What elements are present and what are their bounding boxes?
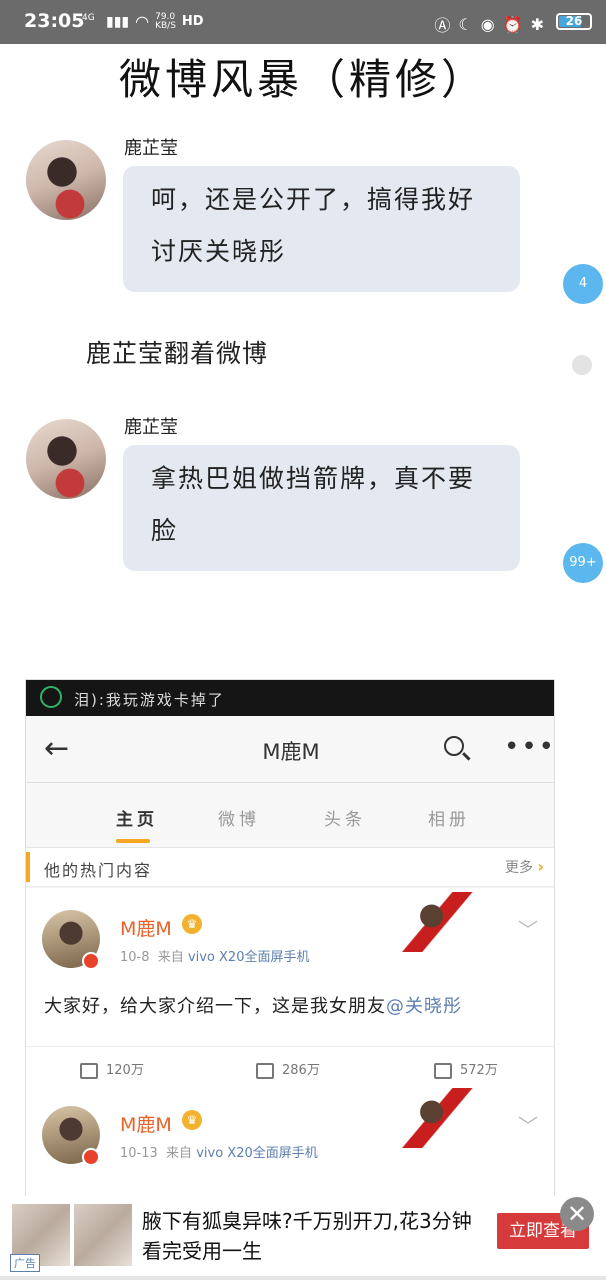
close-icon[interactable]: ✕ [560,1197,594,1231]
tab-weibo[interactable]: 微博 [218,805,260,830]
ad-text[interactable]: 腋下有狐臭异味?千万别开刀,花3分钟看完受用一生 [142,1206,472,1266]
wifi-icon: ◠ [135,12,150,31]
repost-button[interactable]: 120万 [80,1059,144,1079]
repost-icon [80,1062,98,1079]
ad-image[interactable] [74,1204,132,1266]
weibo-post[interactable]: M鹿M ♛ 10-13 来自 vivo X20全面屏手机 ﹀ [26,1084,554,1198]
comment-dot[interactable] [572,355,592,375]
like-count: 572万 [460,1063,498,1078]
battery-icon: 26 [556,13,592,30]
moon-icon: ☾ [458,14,473,34]
speed-readout: 79.0 KB/S [155,12,176,31]
verified-badge-icon [82,952,100,970]
status-right-icons: Ⓐ ☾ ◉ ⏰ ✱ [434,12,544,36]
section-accent [26,852,30,882]
status-left-icons: ▮▮▮ ◠ 79.0 KB/S HD [106,12,204,31]
post-body: 大家好，给大家介绍一下，这是我女朋友 [44,996,386,1017]
hot-content-bar[interactable]: 他的热门内容 更多 › [26,848,554,887]
message-text: 呵，还是公开了，搞得我好讨厌关晓彤 [151,185,476,266]
message-text: 拿热巴姐做挡箭牌，真不要脸 [151,464,476,545]
more-icon[interactable]: ••• [504,732,554,762]
vip-crown-icon: ♛ [182,914,202,934]
tab-headlines[interactable]: 头条 [324,805,366,830]
narration-text: 鹿芷莹翻着微博 [86,339,269,368]
verified-badge-icon [82,1148,100,1166]
post-date: 10-8 [120,950,150,965]
profile-tabs: 主页 微博 头条 相册 [26,783,554,848]
nfc-icon: Ⓐ [434,16,451,35]
weibo-post[interactable]: M鹿M ♛ 10-8 来自 vivo X20全面屏手机 ﹀ 大家好，给大家介绍一… [26,888,554,1087]
post-source[interactable]: vivo X20全面屏手机 [196,1146,318,1161]
post-date: 10-13 [120,1146,158,1161]
celebrity-badge-image [398,1088,482,1148]
thumbs-up-icon [434,1062,452,1079]
active-tab-indicator [116,839,150,843]
profile-header: ← M鹿M ••• [26,716,554,783]
tab-album[interactable]: 相册 [428,805,470,830]
chevron-right-icon: › [537,857,544,876]
comment-count-badge[interactable]: 99+ [563,543,603,583]
post-author[interactable]: M鹿M [120,1110,172,1137]
lock-rotation-icon: ◉ [480,14,495,34]
status-bar: 23:05 4G ▮▮▮ ◠ 79.0 KB/S HD Ⓐ ☾ ◉ ⏰ ✱ 26 [0,0,606,44]
comment-count: 286万 [282,1063,320,1078]
battery-level: 26 [565,14,583,28]
headset-icon [40,686,62,708]
hot-content-label: 他的热门内容 [44,861,153,880]
tab-home[interactable]: 主页 [116,805,158,830]
comment-button[interactable]: 286万 [256,1059,320,1079]
post-meta: 10-8 来自 vivo X20全面屏手机 [120,946,309,965]
bottom-divider [0,1276,606,1280]
sender-name: 鹿芷莹 [124,417,178,438]
notification-text: 泪):我玩游戏卡掉了 [74,691,225,709]
avatar[interactable] [26,419,106,499]
hot-more-link[interactable]: 更多 › [505,857,544,877]
page-title: 微博风暴（精修） [118,55,487,104]
chevron-down-icon[interactable]: ﹀ [518,1110,538,1139]
notification-bar: 泪):我玩游戏卡掉了 [26,680,554,716]
hot-more-label: 更多 [504,860,533,876]
comment-icon [256,1062,274,1079]
post-source[interactable]: vivo X20全面屏手机 [188,950,310,965]
post-source-prefix: 来自 [166,1146,193,1161]
post-mention[interactable]: @关晓彤 [386,996,462,1017]
ad-label: 广告 [10,1254,40,1272]
post-actions: 120万 286万 572万 [26,1046,554,1087]
status-time: 23:05 [24,10,85,32]
message-bubble: 呵，还是公开了，搞得我好讨厌关晓彤 [123,166,520,292]
sender-name: 鹿芷莹 [124,138,178,159]
post-source-prefix: 来自 [157,950,184,965]
profile-name: M鹿M [262,740,320,764]
post-text: 大家好，给大家介绍一下，这是我女朋友@关晓彤 [44,992,462,1018]
ad-banner[interactable]: 广告 腋下有狐臭异味?千万别开刀,花3分钟看完受用一生 立即查看 [0,1196,606,1280]
bluetooth-icon: ✱ [530,14,544,34]
post-author[interactable]: M鹿M [120,914,172,941]
like-button[interactable]: 572万 [434,1059,498,1079]
comment-count-badge[interactable]: 4 [563,264,603,304]
signal-icon: ▮▮▮ [106,13,130,30]
repost-count: 120万 [106,1063,144,1078]
network-type: 4G [82,13,95,23]
avatar[interactable] [26,140,106,220]
embedded-screenshot: 泪):我玩游戏卡掉了 ← M鹿M ••• 主页 微博 头条 相册 他的热门内容 … [25,679,555,1199]
alarm-icon: ⏰ [502,14,523,34]
vip-crown-icon: ♛ [182,1110,202,1130]
chevron-down-icon[interactable]: ﹀ [518,914,538,943]
post-meta: 10-13 来自 vivo X20全面屏手机 [120,1142,318,1161]
hd-icon: HD [181,14,204,29]
celebrity-badge-image [398,892,482,952]
speed-unit: KB/S [155,20,176,31]
message-bubble: 拿热巴姐做挡箭牌，真不要脸 [123,445,520,571]
search-icon[interactable] [444,736,464,756]
